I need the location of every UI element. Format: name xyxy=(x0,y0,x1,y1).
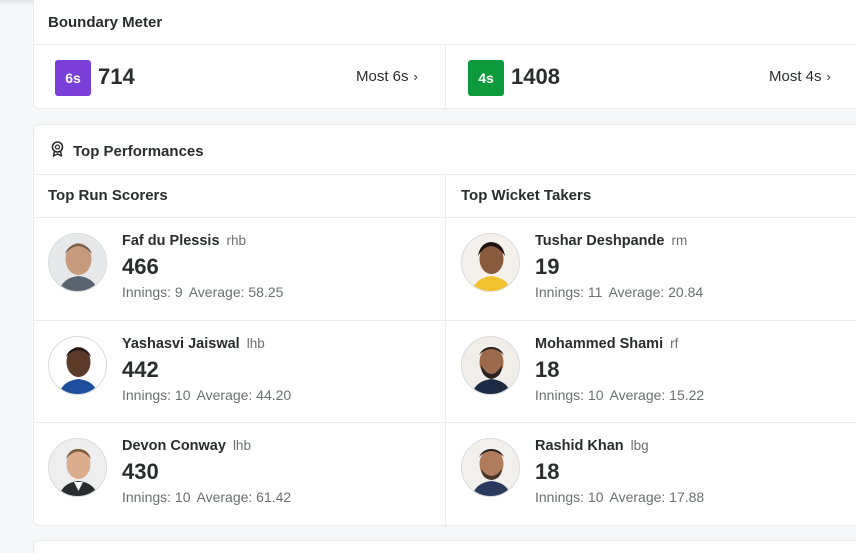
top-wicket-takers-heading: Top Wicket Takers xyxy=(461,187,592,204)
sixes-badge: 6s xyxy=(55,60,91,96)
sixes-count: 714 xyxy=(98,64,135,89)
most-sixes-link[interactable]: Most 6s › xyxy=(356,68,418,85)
player-style: rf xyxy=(670,336,679,351)
boundary-meter-card: Boundary Meter 6s 714 Most 6s › 4s 1408 … xyxy=(33,0,856,110)
player-avatar xyxy=(461,438,520,497)
player-wickets: 18 xyxy=(535,459,560,484)
player-avatar xyxy=(48,336,107,395)
player-average: Average: 61.42 xyxy=(196,489,292,505)
player-meta: Innings: 10 Average: 17.88 xyxy=(535,489,704,505)
fours-count: 1408 xyxy=(511,64,560,89)
player-meta: Innings: 10 Average: 61.42 xyxy=(122,489,291,505)
player-runs: 466 xyxy=(122,254,159,279)
award-icon xyxy=(50,141,65,162)
chevron-right-icon: › xyxy=(413,69,418,84)
run-scorer-row[interactable]: Devon Conway lhb 430 Innings: 10 Average:… xyxy=(48,423,438,525)
player-avatar xyxy=(48,438,107,497)
player-name[interactable]: Faf du Plessis xyxy=(122,233,220,249)
top-performances-title: Top Performances xyxy=(73,143,204,160)
player-average: Average: 44.20 xyxy=(196,387,292,403)
player-name[interactable]: Mohammed Shami xyxy=(535,336,663,352)
player-avatar xyxy=(461,233,520,292)
top-performances-header: Top Performances xyxy=(50,141,204,162)
player-average: Average: 58.25 xyxy=(188,284,284,300)
player-name[interactable]: Rashid Khan xyxy=(535,438,624,454)
most-fours-label: Most 4s xyxy=(769,68,822,85)
run-scorer-row[interactable]: Yashasvi Jaiswal lhb 442 Innings: 10 Aver… xyxy=(48,321,438,423)
player-name[interactable]: Devon Conway xyxy=(122,438,226,454)
player-avatar xyxy=(461,336,520,395)
most-sixes-label: Most 6s xyxy=(356,68,409,85)
player-innings: Innings: 10 xyxy=(535,387,604,403)
player-name[interactable]: Yashasvi Jaiswal xyxy=(122,336,240,352)
wicket-taker-row[interactable]: Mohammed Shami rf 18 Innings: 10 Average:… xyxy=(461,321,851,423)
wicket-taker-row[interactable]: Tushar Deshpande rm 19 Innings: 11 Averag… xyxy=(461,218,851,320)
player-innings: Innings: 10 xyxy=(122,489,191,505)
player-meta: Innings: 9 Average: 58.25 xyxy=(122,284,283,300)
player-style: lhb xyxy=(232,438,251,453)
player-innings: Innings: 10 xyxy=(122,387,191,403)
player-innings: Innings: 11 xyxy=(535,284,603,300)
divider xyxy=(445,174,446,527)
player-average: Average: 15.22 xyxy=(609,387,705,403)
top-run-scorers-heading: Top Run Scorers xyxy=(48,187,168,204)
player-meta: Innings: 10 Average: 15.22 xyxy=(535,387,704,403)
run-scorer-row[interactable]: Faf du Plessis rhb 466 Innings: 9 Average… xyxy=(48,218,438,320)
chevron-right-icon: › xyxy=(826,69,831,84)
next-card xyxy=(33,540,856,553)
player-wickets: 18 xyxy=(535,357,560,382)
player-wickets: 19 xyxy=(535,254,560,279)
boundary-meter-title: Boundary Meter xyxy=(48,14,163,31)
player-innings: Innings: 9 xyxy=(122,284,183,300)
player-meta: Innings: 11 Average: 20.84 xyxy=(535,284,703,300)
player-innings: Innings: 10 xyxy=(535,489,604,505)
top-performances-card: Top Performances Top Run Scorers Top Wic… xyxy=(33,124,856,527)
player-style: rhb xyxy=(226,233,247,248)
player-average: Average: 17.88 xyxy=(609,489,705,505)
player-average: Average: 20.84 xyxy=(608,284,704,300)
player-style: lhb xyxy=(246,336,265,351)
fours-badge: 4s xyxy=(468,60,504,96)
most-fours-link[interactable]: Most 4s › xyxy=(769,68,831,85)
divider xyxy=(445,44,446,110)
player-runs: 430 xyxy=(122,459,159,484)
player-meta: Innings: 10 Average: 44.20 xyxy=(122,387,291,403)
wicket-taker-row[interactable]: Rashid Khan lbg 18 Innings: 10 Average: 1… xyxy=(461,423,851,525)
player-name[interactable]: Tushar Deshpande xyxy=(535,233,664,249)
player-style: lbg xyxy=(630,438,649,453)
player-runs: 442 xyxy=(122,357,159,382)
player-style: rm xyxy=(671,233,688,248)
player-avatar xyxy=(48,233,107,292)
